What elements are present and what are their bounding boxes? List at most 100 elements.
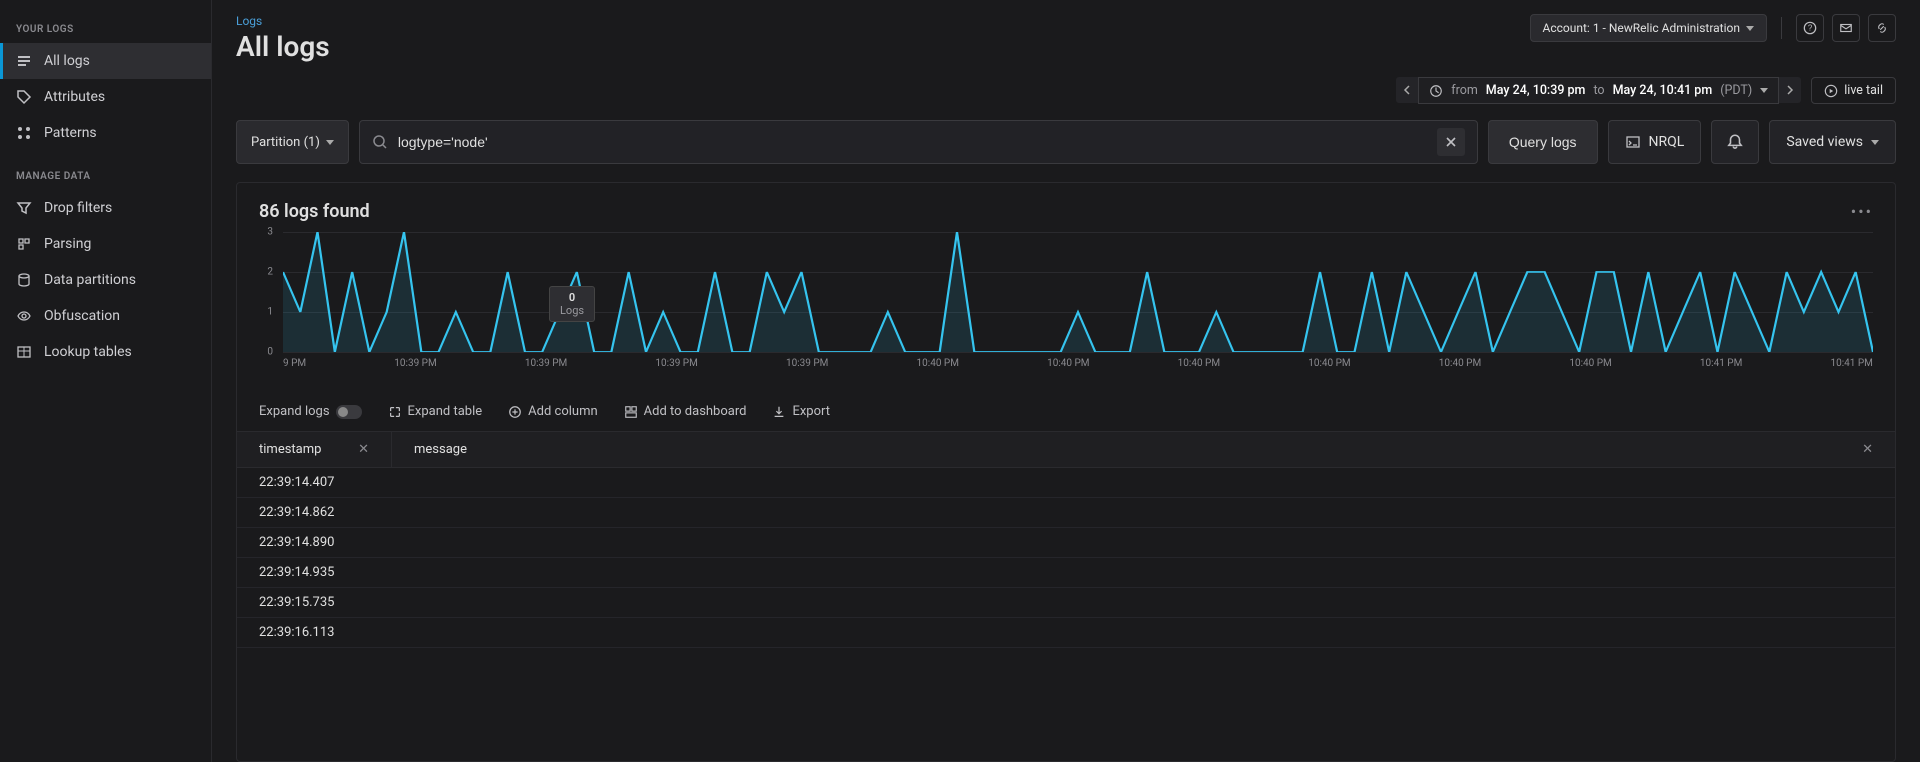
live-tail-button[interactable]: live tail bbox=[1811, 77, 1896, 104]
x-tick: 10:40 PM bbox=[1308, 358, 1350, 369]
table-row[interactable]: 22:39:14.407 bbox=[237, 468, 1895, 498]
sidebar-item-lookup-tables[interactable]: Lookup tables bbox=[0, 334, 211, 370]
sidebar-item-label: Patterns bbox=[44, 125, 97, 141]
table-icon bbox=[16, 344, 32, 360]
mail-icon bbox=[1839, 21, 1853, 35]
play-icon bbox=[1824, 84, 1838, 98]
svg-text:?: ? bbox=[1808, 24, 1813, 33]
add-column-button[interactable]: Add column bbox=[508, 404, 598, 419]
share-button[interactable] bbox=[1832, 14, 1860, 42]
more-menu-button[interactable]: ••• bbox=[1851, 202, 1873, 221]
sidebar-item-drop-filters[interactable]: Drop filters bbox=[0, 190, 211, 226]
saved-views-button[interactable]: Saved views bbox=[1769, 120, 1896, 164]
sidebar-item-attributes[interactable]: Attributes bbox=[0, 79, 211, 115]
export-label: Export bbox=[792, 404, 830, 419]
search-field[interactable] bbox=[359, 120, 1478, 164]
search-input[interactable] bbox=[398, 134, 1437, 150]
column-label: message bbox=[414, 442, 467, 457]
copy-link-button[interactable] bbox=[1868, 14, 1896, 42]
sidebar-section: YOUR LOGS All logs Attributes Patterns bbox=[0, 18, 211, 151]
account-selector[interactable]: Account: 1 - NewRelic Administration bbox=[1530, 14, 1767, 42]
timerange-mid: to bbox=[1593, 83, 1604, 98]
cell-timestamp: 22:39:14.862 bbox=[237, 498, 392, 527]
time-next-button[interactable] bbox=[1779, 77, 1801, 103]
add-dashboard-button[interactable]: Add to dashboard bbox=[624, 404, 747, 419]
sidebar-item-data-partitions[interactable]: Data partitions bbox=[0, 262, 211, 298]
expand-table-button[interactable]: Expand table bbox=[388, 404, 483, 419]
y-tick: 3 bbox=[267, 227, 273, 238]
page-title: All logs bbox=[236, 30, 330, 63]
x-tick: 10:41 PM bbox=[1700, 358, 1742, 369]
help-button[interactable]: ? bbox=[1796, 14, 1824, 42]
alerts-button[interactable] bbox=[1711, 120, 1759, 164]
timerange-tz: (PDT) bbox=[1720, 83, 1752, 98]
add-dashboard-label: Add to dashboard bbox=[644, 404, 747, 419]
time-prev-button[interactable] bbox=[1396, 77, 1418, 103]
expand-icon bbox=[388, 405, 402, 419]
parsing-icon bbox=[16, 236, 32, 252]
toggle-icon bbox=[336, 405, 362, 419]
account-label: Account: 1 - NewRelic Administration bbox=[1543, 21, 1740, 35]
cell-timestamp: 22:39:15.735 bbox=[237, 588, 392, 617]
expand-logs-toggle[interactable]: Expand logs bbox=[259, 404, 362, 419]
filter-icon bbox=[16, 200, 32, 216]
eye-off-icon bbox=[16, 308, 32, 324]
sidebar-item-label: Parsing bbox=[44, 236, 91, 252]
timerange-selector[interactable]: from May 24, 10:39 pm to May 24, 10:41 p… bbox=[1418, 77, 1779, 104]
remove-column-button[interactable]: ✕ bbox=[358, 442, 369, 457]
table-row[interactable]: 22:39:14.935 bbox=[237, 558, 1895, 588]
terminal-icon bbox=[1625, 134, 1641, 150]
column-header-message[interactable]: message ✕ bbox=[392, 432, 1895, 467]
x-tick: 10:40 PM bbox=[1178, 358, 1220, 369]
chevron-left-icon bbox=[1403, 85, 1411, 95]
table-row[interactable]: 22:39:15.735 bbox=[237, 588, 1895, 618]
x-tick: 10:40 PM bbox=[1047, 358, 1089, 369]
link-icon bbox=[1875, 21, 1889, 35]
sidebar-section-label: MANAGE DATA bbox=[0, 165, 211, 190]
query-logs-button[interactable]: Query logs bbox=[1488, 120, 1598, 164]
cell-timestamp: 22:39:16.113 bbox=[237, 618, 392, 647]
table-row[interactable]: 22:39:14.862 bbox=[237, 498, 1895, 528]
sidebar-item-parsing[interactable]: Parsing bbox=[0, 226, 211, 262]
column-header-timestamp[interactable]: timestamp ✕ bbox=[237, 432, 392, 467]
nrql-button[interactable]: NRQL bbox=[1608, 120, 1702, 164]
timerange-start: May 24, 10:39 pm bbox=[1486, 83, 1586, 98]
breadcrumb[interactable]: Logs bbox=[236, 14, 330, 28]
nrql-label: NRQL bbox=[1649, 134, 1685, 150]
x-tick: 10:39 PM bbox=[655, 358, 697, 369]
y-tick: 1 bbox=[267, 306, 273, 317]
results-count: 86 logs found bbox=[259, 201, 370, 222]
chevron-down-icon bbox=[1871, 140, 1879, 145]
cell-timestamp: 22:39:14.890 bbox=[237, 528, 392, 557]
export-button[interactable]: Export bbox=[772, 404, 830, 419]
live-tail-label: live tail bbox=[1844, 83, 1883, 98]
log-table-body[interactable]: 22:39:14.40722:39:14.86222:39:14.89022:3… bbox=[237, 468, 1895, 761]
chevron-down-icon bbox=[326, 140, 334, 145]
sidebar-item-obfuscation[interactable]: Obfuscation bbox=[0, 298, 211, 334]
more-icon: ••• bbox=[1851, 202, 1873, 221]
remove-column-button[interactable]: ✕ bbox=[1862, 442, 1873, 457]
sidebar-item-patterns[interactable]: Patterns bbox=[0, 115, 211, 151]
database-icon bbox=[16, 272, 32, 288]
sidebar-item-label: Drop filters bbox=[44, 200, 112, 216]
clock-icon bbox=[1429, 84, 1443, 98]
partition-selector[interactable]: Partition (1) bbox=[236, 120, 349, 164]
table-row[interactable]: 22:39:14.890 bbox=[237, 528, 1895, 558]
chevron-down-icon bbox=[1760, 88, 1768, 93]
tooltip-label: Logs bbox=[560, 304, 584, 317]
sidebar-item-label: Data partitions bbox=[44, 272, 136, 288]
logs-icon bbox=[16, 53, 32, 69]
sidebar-item-all-logs[interactable]: All logs bbox=[0, 43, 211, 79]
sidebar-item-label: Attributes bbox=[44, 89, 105, 105]
x-tick: 10:39 PM bbox=[394, 358, 436, 369]
histogram-chart[interactable]: 3 2 1 0 0 Logs bbox=[237, 228, 1895, 392]
table-row[interactable]: 22:39:16.113 bbox=[237, 618, 1895, 648]
x-tick: 10:40 PM bbox=[1439, 358, 1481, 369]
clear-search-button[interactable] bbox=[1437, 128, 1465, 156]
column-label: timestamp bbox=[259, 442, 321, 457]
close-icon bbox=[1445, 136, 1457, 148]
search-icon bbox=[372, 134, 388, 150]
sidebar-item-label: Obfuscation bbox=[44, 308, 120, 324]
dashboard-icon bbox=[624, 405, 638, 419]
y-tick: 0 bbox=[267, 347, 273, 358]
